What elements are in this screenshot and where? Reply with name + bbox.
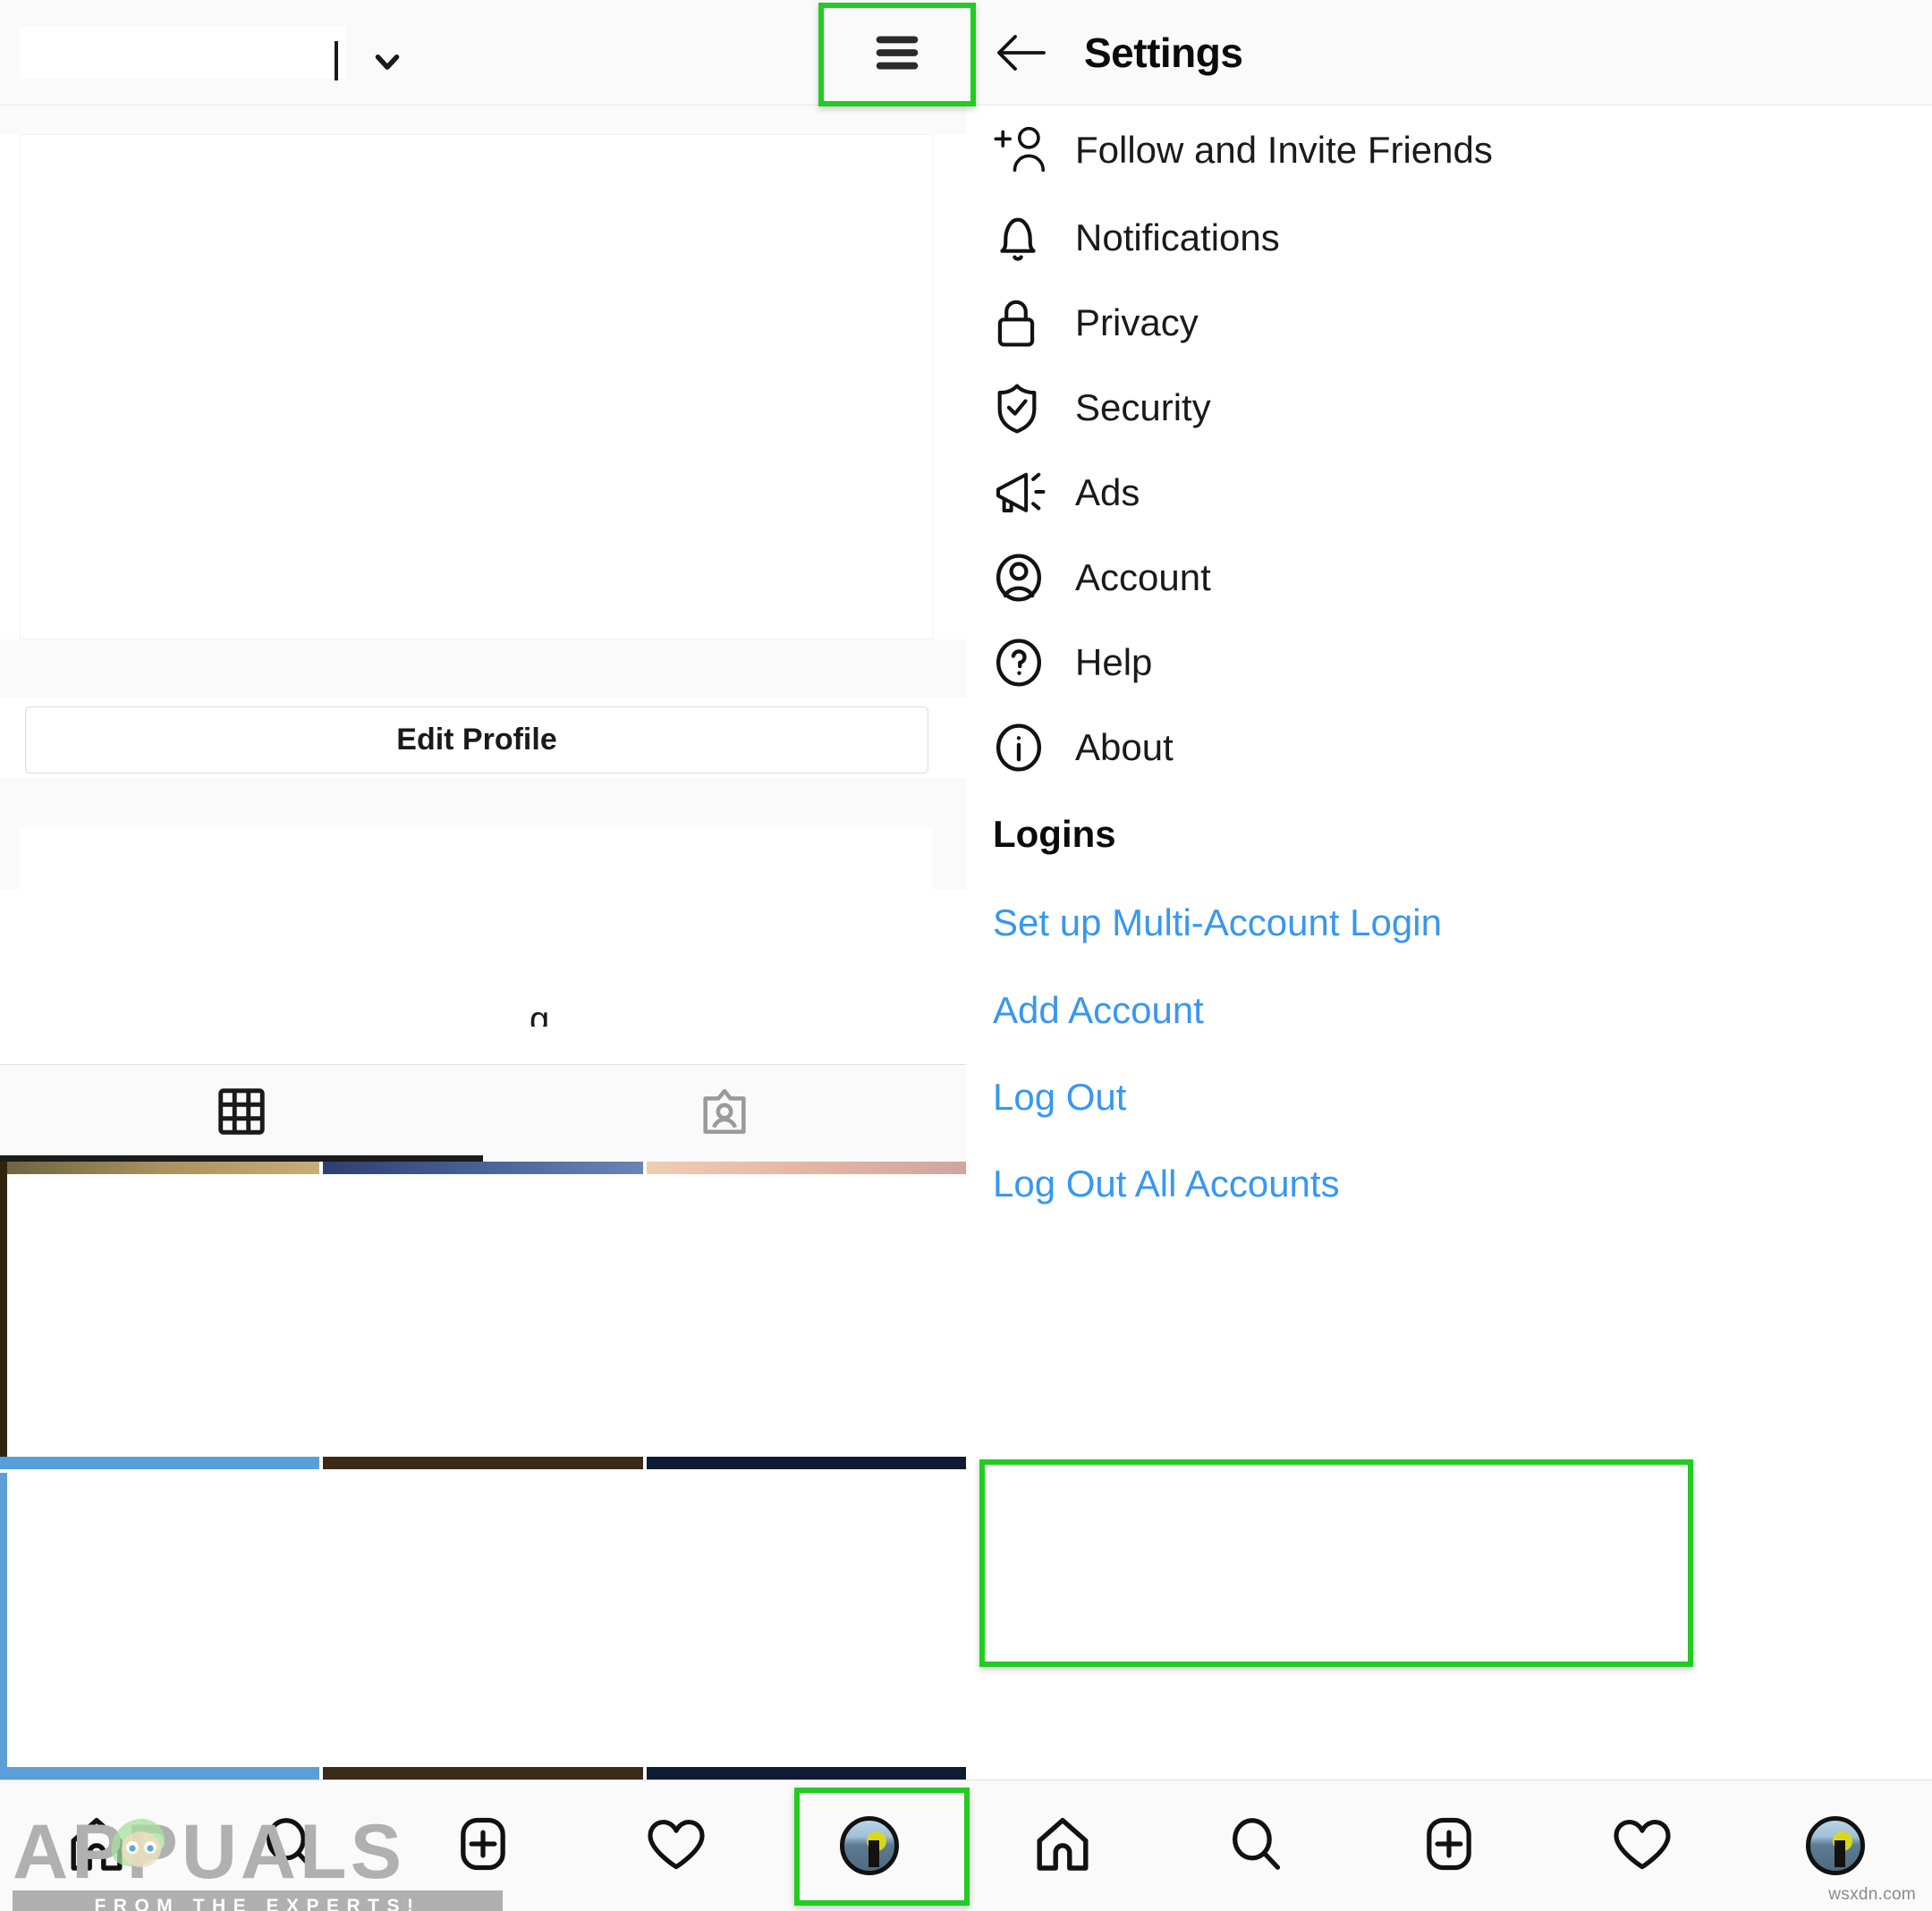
- lock-icon: [991, 293, 1061, 352]
- settings-menu: Follow and Invite Friends Notifications: [966, 106, 1932, 1228]
- hamburger-menu-button[interactable]: [818, 3, 976, 106]
- settings-item-label: Ads: [1075, 470, 1140, 513]
- partial-glyph: g: [530, 1002, 550, 1027]
- bottom-nav-right: [966, 1780, 1932, 1911]
- post-thumbnail[interactable]: [0, 1162, 320, 1469]
- nav-activity[interactable]: [580, 1780, 773, 1911]
- settings-item-about[interactable]: About: [966, 705, 1932, 790]
- link-add-account[interactable]: Add Account: [966, 967, 1932, 1054]
- settings-item-privacy[interactable]: Privacy: [966, 280, 1932, 365]
- nav-profile[interactable]: [773, 1780, 966, 1911]
- post-grid: [0, 1162, 966, 1780]
- edit-profile-button[interactable]: Edit Profile: [25, 706, 928, 774]
- settings-item-ads[interactable]: Ads: [966, 450, 1932, 535]
- heart-icon: [643, 1813, 709, 1880]
- grid-icon: [214, 1084, 269, 1144]
- settings-item-label: Security: [1075, 385, 1211, 428]
- post-thumbnail[interactable]: [646, 1162, 966, 1469]
- settings-header: Settings: [966, 0, 1932, 106]
- link-log-out[interactable]: Log Out: [966, 1054, 1932, 1140]
- nav-home[interactable]: [966, 1780, 1159, 1911]
- settings-item-help[interactable]: Help: [966, 620, 1932, 705]
- link-log-out-all-accounts[interactable]: Log Out All Accounts: [966, 1140, 1932, 1228]
- back-arrow-icon[interactable]: [993, 25, 1048, 80]
- nav-new-post[interactable]: [1352, 1780, 1546, 1911]
- post-thumbnail[interactable]: [323, 1162, 643, 1469]
- profile-panel: Edit Profile g: [0, 0, 966, 1911]
- link-label: Log Out All Accounts: [993, 1163, 1340, 1205]
- settings-item-label: Notifications: [1075, 216, 1280, 258]
- settings-item-security[interactable]: Security: [966, 365, 1932, 450]
- settings-item-label: About: [1075, 725, 1174, 768]
- link-label: Set up Multi-Account Login: [993, 901, 1442, 943]
- nav-search[interactable]: [193, 1780, 386, 1911]
- home-icon: [64, 1812, 129, 1881]
- profile-tabs: [0, 1065, 966, 1162]
- link-label: Log Out: [993, 1076, 1127, 1118]
- tab-active-underline: [0, 1155, 483, 1162]
- settings-item-label: Privacy: [1075, 300, 1199, 343]
- link-label: Add Account: [993, 989, 1204, 1031]
- screenshot-root: Edit Profile g Settings Follow and Invit…: [0, 0, 1932, 1911]
- settings-item-notifications[interactable]: Notifications: [966, 195, 1932, 280]
- bio-redacted: [20, 827, 932, 1037]
- search-icon: [1224, 1813, 1287, 1880]
- heart-icon: [1609, 1813, 1675, 1880]
- page-title: Settings: [1084, 29, 1243, 76]
- nav-search[interactable]: [1159, 1780, 1352, 1911]
- profile-spacer-mid: [0, 639, 966, 698]
- bell-icon: [991, 208, 1061, 267]
- tab-tagged[interactable]: [483, 1065, 966, 1162]
- edit-profile-label: Edit Profile: [396, 723, 557, 757]
- profile-info-redacted: [20, 134, 934, 639]
- link-set-up-multi-account-login[interactable]: Set up Multi-Account Login: [966, 879, 1932, 967]
- account-circle-icon: [991, 548, 1061, 607]
- tagged-person-icon: [696, 1083, 753, 1145]
- shield-check-icon: [991, 378, 1061, 437]
- username-cursor: [335, 41, 338, 80]
- bottom-nav-left: [0, 1780, 966, 1911]
- hamburger-menu-icon: [867, 29, 928, 81]
- settings-item-label: Follow and Invite Friends: [1075, 129, 1493, 171]
- follow-invite-friends-icon: [991, 121, 1061, 180]
- settings-panel: Settings Follow and Invite Friends Notif…: [966, 0, 1932, 1911]
- nav-new-post[interactable]: [386, 1780, 580, 1911]
- username-label[interactable]: [20, 27, 346, 79]
- add-post-icon: [1418, 1813, 1480, 1880]
- profile-spacer-top: [0, 106, 966, 134]
- profile-avatar-icon: [840, 1816, 899, 1875]
- add-post-icon: [452, 1813, 514, 1880]
- settings-item-label: Help: [1075, 640, 1153, 683]
- settings-item-follow-invite-friends[interactable]: Follow and Invite Friends: [966, 106, 1932, 195]
- nav-activity[interactable]: [1546, 1780, 1739, 1911]
- site-watermark: wsxdn.com: [1828, 1885, 1916, 1904]
- post-thumbnail[interactable]: [323, 1473, 643, 1780]
- settings-item-account[interactable]: Account: [966, 535, 1932, 620]
- profile-avatar-icon: [1806, 1816, 1865, 1875]
- tab-grid[interactable]: [0, 1065, 483, 1162]
- megaphone-icon: [991, 465, 1061, 520]
- settings-item-label: Account: [1075, 555, 1211, 598]
- post-thumbnail[interactable]: [646, 1473, 966, 1780]
- info-circle-icon: [991, 718, 1061, 777]
- question-circle-icon: [991, 633, 1061, 692]
- logins-section-heading: Logins: [993, 813, 1116, 855]
- post-thumbnail[interactable]: [0, 1472, 320, 1780]
- nav-home[interactable]: [0, 1780, 193, 1911]
- chevron-down-icon[interactable]: [369, 43, 406, 85]
- home-icon: [1030, 1812, 1095, 1881]
- search-icon: [258, 1813, 321, 1880]
